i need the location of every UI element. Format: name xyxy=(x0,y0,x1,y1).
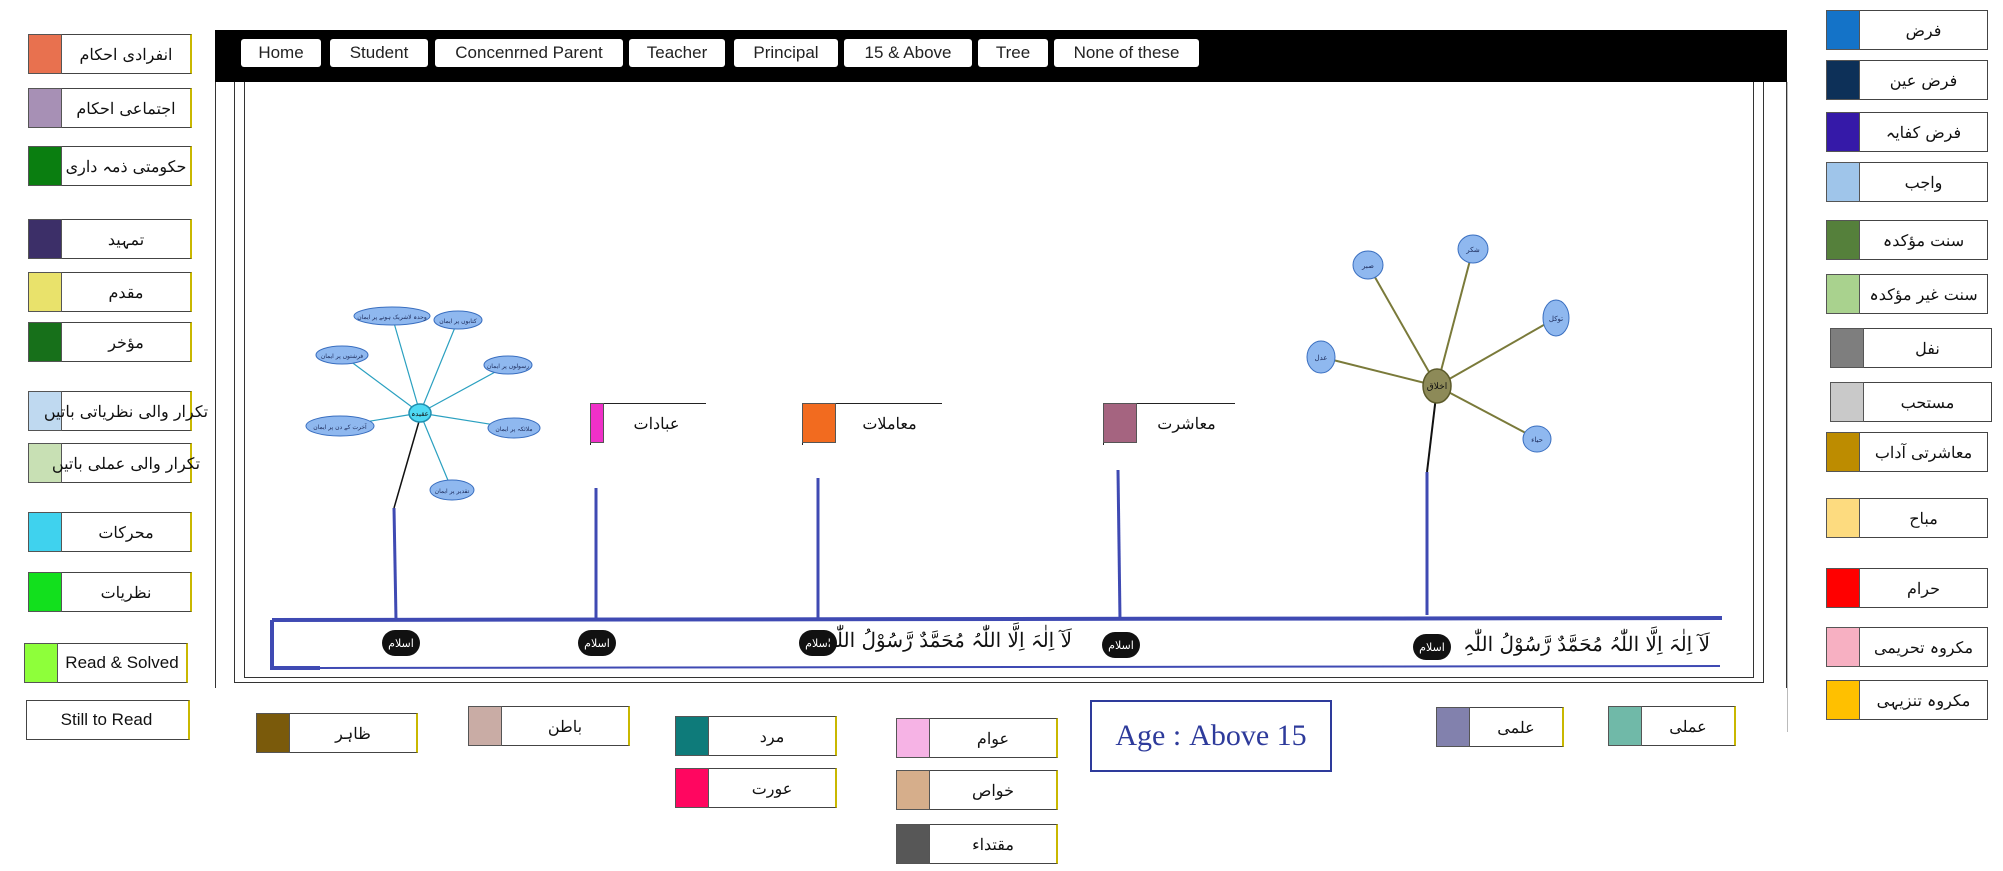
tree-right-spoke-2 xyxy=(1436,317,1557,387)
tree-right-leaf-label-0: صبر xyxy=(1361,262,1374,270)
tree-right-leaf-label-4: عدل xyxy=(1315,354,1328,362)
tree-left-branches: وحدہ لاشریک ہونے پر ایمان کتابوں پر ایمان… xyxy=(305,306,541,501)
tree-right-center-label: اخلاق xyxy=(1427,382,1447,392)
tree-right-leaf-label-3: حیاء xyxy=(1531,436,1543,444)
tree-right-spoke-3 xyxy=(1436,385,1538,440)
tree-left-spoke-0 xyxy=(391,315,421,414)
tree-left-leaf-label-3: ملائکہ پر ایمان xyxy=(495,426,532,433)
kalima-text-2: لَآ اِلٰہَ اِلَّا اللّٰہُ مُحَمَّدٌ رَّس… xyxy=(1463,632,1710,656)
tree-left-leaf-label-4: تقدیر پر ایمان xyxy=(435,488,470,495)
tree-left-leaf-label-0: وحدہ لاشریک ہونے پر ایمان xyxy=(357,314,427,321)
branch-ibadat[interactable]: عبادات xyxy=(590,403,706,445)
tree-left-leaf-label-2: رسولوں پر ایمان xyxy=(487,363,529,370)
branch-muamalat-label: معاملات xyxy=(862,413,917,433)
tree-right-spoke-1 xyxy=(1436,248,1474,387)
age-indicator: Age : Above 15 xyxy=(1090,700,1332,772)
branch-muasharat[interactable]: معاشرت xyxy=(1103,403,1235,445)
tree-right-spoke-0 xyxy=(1367,264,1438,387)
branch-muasharat-label: معاشرت xyxy=(1157,413,1216,433)
kalima-text-1-content: لَآ اِلٰہَ اِلَّا اللّٰہُ مُحَمَّدٌ رَّس… xyxy=(825,628,1072,652)
age-value: Above 15 xyxy=(1189,719,1307,752)
tree-right-leaf-label-1: شکر xyxy=(1465,246,1480,254)
tree-right-spoke-4 xyxy=(1320,356,1438,387)
kalima-text-2-content: لَآ اِلٰہَ اِلَّا اللّٰہُ مُحَمَّدٌ رَّس… xyxy=(1463,632,1710,656)
branch-muamalat-swatch xyxy=(802,403,836,443)
tree-left-spoke-4 xyxy=(419,412,453,491)
tree-left-spoke-6 xyxy=(341,354,421,414)
islam-badge-4[interactable]: اسلام xyxy=(1102,632,1140,658)
branch-muasharat-swatch xyxy=(1103,403,1137,443)
islam-badge-1[interactable]: اسلام xyxy=(382,630,420,656)
tree-left-leaf-label-6: فرشتوں پر ایمان xyxy=(321,353,363,360)
branch-ibadat-label: عبادات xyxy=(633,413,680,433)
tree-left-spoke-1 xyxy=(419,319,459,414)
tree-left-center-label: عقیدہ xyxy=(411,410,429,418)
tree-left-leaf-label-5: آخرت کے دن پر ایمان xyxy=(313,423,367,431)
age-prefix: Age : xyxy=(1115,719,1182,752)
branch-ibadat-swatch xyxy=(590,403,604,443)
tree-right-branches: صبر شکر توکل حیاء عدل اخلاق xyxy=(1306,234,1570,453)
islam-badge-5[interactable]: اسلام xyxy=(1413,634,1451,660)
kalima-text-1: لَآ اِلٰہَ اِلَّا اللّٰہُ مُحَمَّدٌ رَّس… xyxy=(825,628,1072,652)
tree-right-leaf-label-2: توکل xyxy=(1549,315,1563,323)
tree-left-leaf-label-1: کتابوں پر ایمان xyxy=(439,318,477,325)
islam-badge-2[interactable]: اسلام xyxy=(578,630,616,656)
tree-diagram: وحدہ لاشریک ہونے پر ایمان کتابوں پر ایمان… xyxy=(270,234,1723,670)
branch-muamalat[interactable]: معاملات xyxy=(802,403,942,445)
